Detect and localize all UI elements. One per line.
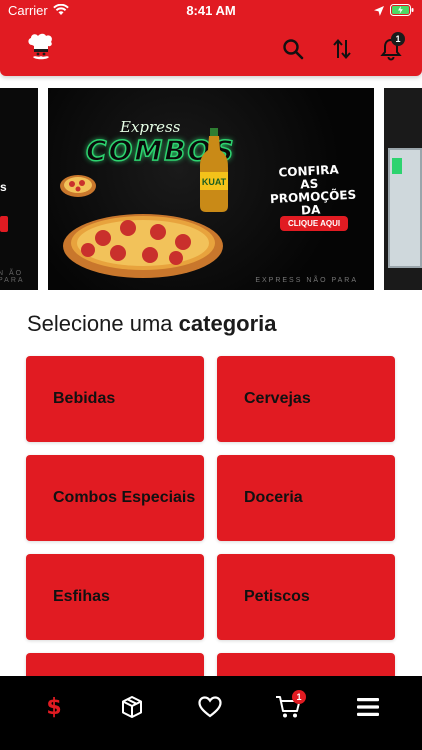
banner-slide-next[interactable]	[384, 88, 422, 290]
slide-fragment-button	[0, 216, 8, 232]
sort-icon[interactable]	[329, 36, 355, 62]
section-title-bold: categoria	[178, 311, 277, 336]
battery-icon	[390, 3, 414, 21]
search-icon[interactable]	[280, 36, 306, 62]
fridge-bottle	[392, 158, 402, 174]
bottle-label: KUAT	[202, 177, 227, 187]
cart-badge: 1	[292, 690, 306, 704]
box-icon[interactable]	[117, 692, 147, 722]
banner-slide-previous[interactable]: s N ÃO PARA	[0, 88, 38, 290]
notification-badge: 1	[391, 32, 405, 46]
menu-icon[interactable]	[353, 692, 383, 722]
banner-tagline: EXPRESS NÃO PARA	[255, 277, 358, 284]
category-petiscos[interactable]: Petiscos	[217, 554, 395, 640]
soda-bottle-image: KUAT	[200, 128, 228, 212]
clock: 8:41 AM	[186, 3, 236, 18]
bell-icon[interactable]: 1	[378, 32, 405, 62]
category-combos-especiais[interactable]: Combos Especiais	[26, 455, 204, 541]
banner-slide-combos[interactable]: Express COMBOS KUAT CONFIRA AS PROMOÇÕES…	[48, 88, 374, 290]
section-title: Selecione uma categoria	[27, 311, 277, 337]
status-right	[374, 3, 414, 21]
dollar-icon[interactable]: $	[39, 692, 69, 722]
cart-icon[interactable]: 1	[273, 690, 306, 722]
chef-icon[interactable]	[26, 33, 56, 66]
category-esfihas[interactable]: Esfihas	[26, 554, 204, 640]
slide-fragment-text: s	[0, 180, 7, 194]
status-bar: Carrier 8:41 AM	[0, 0, 422, 22]
category-doceria[interactable]: Doceria	[217, 455, 395, 541]
location-arrow-icon	[374, 3, 384, 21]
small-pizza-image	[60, 175, 96, 197]
bottom-tab-bar: $ 1	[0, 676, 422, 750]
banner-promo-button[interactable]: CLIQUE AQUI	[280, 216, 349, 231]
banner-tagline-left: N ÃO PARA	[0, 270, 25, 284]
category-cervejas[interactable]: Cervejas	[217, 356, 395, 442]
heart-icon[interactable]	[195, 692, 225, 722]
app-header: Carrier 8:41 AM 1	[0, 0, 422, 76]
banner-carousel[interactable]: s N ÃO PARA Express COMBOS KUAT CONFIRA …	[0, 88, 422, 290]
category-bebidas[interactable]: Bebidas	[26, 356, 204, 442]
section-title-prefix: Selecione uma	[27, 311, 173, 336]
